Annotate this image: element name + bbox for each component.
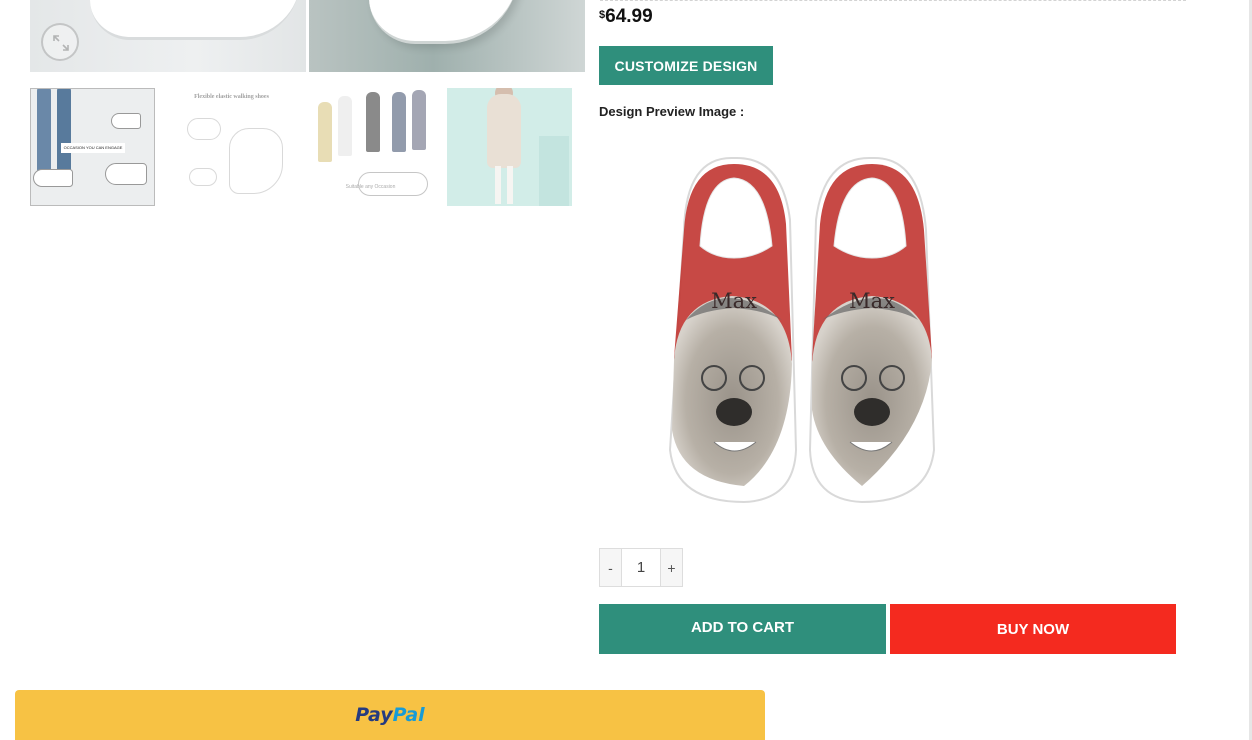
main-image-right	[309, 0, 585, 72]
paypal-button[interactable]: PayPal	[15, 690, 765, 740]
shoe-shape	[111, 113, 141, 129]
shoe-shape	[105, 163, 147, 185]
model-figure	[392, 92, 406, 152]
model-figure	[338, 96, 352, 156]
quantity-increase-button[interactable]: +	[660, 548, 683, 587]
thumbnail-strip: OCCASION YOU CAN ENGAGE Flexible elastic…	[30, 88, 585, 206]
add-to-cart-button[interactable]: ADD TO CART	[599, 604, 886, 654]
left-shoe: Max	[668, 156, 798, 504]
thumbnail-2[interactable]: Flexible elastic walking shoes	[169, 88, 294, 206]
model-legs	[495, 166, 513, 204]
paypal-logo: PayPal	[355, 704, 425, 726]
thumbnail-1[interactable]: OCCASION YOU CAN ENGAGE	[30, 88, 155, 206]
currency-symbol: $	[599, 9, 606, 21]
preview-name-left: Max	[711, 289, 757, 313]
thumbnail-caption: OCCASION YOU CAN ENGAGE	[61, 143, 125, 153]
buy-now-button[interactable]: BUY NOW	[890, 604, 1176, 654]
thumbnail-3[interactable]: Suitable any Occasion	[308, 88, 433, 206]
shoe-shape	[33, 169, 73, 187]
model-figure	[318, 102, 332, 162]
price-amount: 64.99	[605, 6, 653, 27]
main-product-image[interactable]	[30, 0, 585, 72]
model-figure	[366, 92, 380, 152]
zoom-button[interactable]	[41, 23, 79, 61]
thumbnail-caption: Suitable any Occasion	[345, 184, 396, 190]
model-figure	[412, 90, 426, 150]
thumbnail-4[interactable]	[447, 88, 572, 206]
shoe-shape	[187, 118, 221, 140]
cabinet-shape	[539, 136, 569, 206]
quantity-input[interactable]	[622, 548, 660, 587]
white-shoe-photo	[90, 0, 300, 40]
leg-shape	[57, 89, 71, 175]
quantity-decrease-button[interactable]: -	[599, 548, 622, 587]
leg-shape	[37, 89, 51, 175]
thumbnail-caption: Flexible elastic walking shoes	[194, 94, 269, 100]
right-shoe: Max	[808, 156, 936, 504]
product-price: $64.99	[599, 6, 653, 28]
customize-design-button[interactable]: CUSTOMIZE DESIGN	[599, 46, 773, 85]
quantity-stepper: - +	[599, 548, 683, 587]
shoe-shape	[229, 128, 283, 194]
design-preview-image: Max Max	[668, 156, 936, 504]
expand-arrows-icon	[53, 35, 69, 51]
shoe-shape	[189, 168, 217, 186]
model-body	[487, 94, 521, 168]
main-image-left	[30, 0, 306, 72]
white-shoe-photo	[369, 0, 519, 44]
preview-name-right: Max	[849, 289, 895, 313]
design-preview-label: Design Preview Image :	[599, 104, 745, 119]
divider	[600, 0, 1186, 1]
